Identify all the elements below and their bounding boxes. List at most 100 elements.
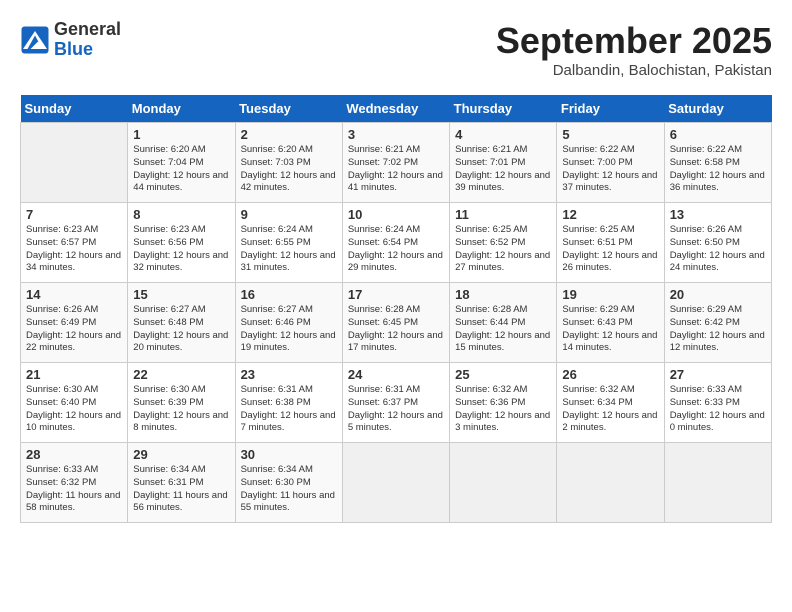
day-info: Sunrise: 6:27 AMSunset: 6:46 PMDaylight:… xyxy=(241,304,337,355)
day-info: Sunrise: 6:23 AMSunset: 6:56 PMDaylight:… xyxy=(133,224,229,275)
month-title: September 2025 xyxy=(496,20,772,62)
weekday-header: Monday xyxy=(128,95,235,123)
calendar-week: 7 Sunrise: 6:23 AMSunset: 6:57 PMDaylight… xyxy=(21,203,772,283)
day-info: Sunrise: 6:30 AMSunset: 6:40 PMDaylight:… xyxy=(26,384,122,435)
calendar-cell: 18 Sunrise: 6:28 AMSunset: 6:44 PMDayligh… xyxy=(450,283,557,363)
page-header: General Blue September 2025 Dalbandin, B… xyxy=(20,20,772,79)
day-info: Sunrise: 6:29 AMSunset: 6:42 PMDaylight:… xyxy=(670,304,766,355)
calendar-cell: 7 Sunrise: 6:23 AMSunset: 6:57 PMDaylight… xyxy=(21,203,128,283)
calendar-cell: 26 Sunrise: 6:32 AMSunset: 6:34 PMDayligh… xyxy=(557,363,664,443)
day-number: 17 xyxy=(348,287,444,302)
day-info: Sunrise: 6:20 AMSunset: 7:03 PMDaylight:… xyxy=(241,144,337,195)
calendar-cell: 19 Sunrise: 6:29 AMSunset: 6:43 PMDayligh… xyxy=(557,283,664,363)
day-number: 5 xyxy=(562,127,658,142)
day-number: 18 xyxy=(455,287,551,302)
day-number: 26 xyxy=(562,367,658,382)
day-number: 6 xyxy=(670,127,766,142)
day-number: 13 xyxy=(670,207,766,222)
weekday-header: Sunday xyxy=(21,95,128,123)
day-number: 7 xyxy=(26,207,122,222)
calendar-cell xyxy=(342,443,449,523)
day-info: Sunrise: 6:31 AMSunset: 6:37 PMDaylight:… xyxy=(348,384,444,435)
day-number: 27 xyxy=(670,367,766,382)
calendar-cell: 30Sunrise: 6:34 AMSunset: 6:30 PMDayligh… xyxy=(235,443,342,523)
calendar-cell xyxy=(664,443,771,523)
day-info: Sunrise: 6:34 AMSunset: 6:31 PMDaylight:… xyxy=(133,464,229,515)
day-number: 24 xyxy=(348,367,444,382)
calendar-cell: 4 Sunrise: 6:21 AMSunset: 7:01 PMDaylight… xyxy=(450,123,557,203)
calendar-cell xyxy=(557,443,664,523)
day-number: 20 xyxy=(670,287,766,302)
calendar-cell: 12Sunrise: 6:25 AMSunset: 6:51 PMDayligh… xyxy=(557,203,664,283)
calendar-cell: 17 Sunrise: 6:28 AMSunset: 6:45 PMDayligh… xyxy=(342,283,449,363)
day-info: Sunrise: 6:26 AMSunset: 6:49 PMDaylight:… xyxy=(26,304,122,355)
day-number: 15 xyxy=(133,287,229,302)
calendar-cell: 21Sunrise: 6:30 AMSunset: 6:40 PMDayligh… xyxy=(21,363,128,443)
calendar-cell: 27 Sunrise: 6:33 AMSunset: 6:33 PMDayligh… xyxy=(664,363,771,443)
day-number: 14 xyxy=(26,287,122,302)
day-info: Sunrise: 6:24 AMSunset: 6:54 PMDaylight:… xyxy=(348,224,444,275)
calendar-cell: 5 Sunrise: 6:22 AMSunset: 7:00 PMDaylight… xyxy=(557,123,664,203)
day-info: Sunrise: 6:21 AMSunset: 7:01 PMDaylight:… xyxy=(455,144,551,195)
calendar-cell: 14 Sunrise: 6:26 AMSunset: 6:49 PMDayligh… xyxy=(21,283,128,363)
location: Dalbandin, Balochistan, Pakistan xyxy=(496,62,772,79)
calendar-table: SundayMondayTuesdayWednesdayThursdayFrid… xyxy=(20,95,772,523)
title-block: September 2025 Dalbandin, Balochistan, P… xyxy=(496,20,772,79)
day-info: Sunrise: 6:30 AMSunset: 6:39 PMDaylight:… xyxy=(133,384,229,435)
day-info: Sunrise: 6:33 AMSunset: 6:33 PMDaylight:… xyxy=(670,384,766,435)
calendar-cell: 23 Sunrise: 6:31 AMSunset: 6:38 PMDayligh… xyxy=(235,363,342,443)
calendar-cell: 1 Sunrise: 6:20 AMSunset: 7:04 PMDaylight… xyxy=(128,123,235,203)
day-info: Sunrise: 6:32 AMSunset: 6:36 PMDaylight:… xyxy=(455,384,551,435)
day-number: 11 xyxy=(455,207,551,222)
calendar-cell: 13 Sunrise: 6:26 AMSunset: 6:50 PMDayligh… xyxy=(664,203,771,283)
calendar-header: SundayMondayTuesdayWednesdayThursdayFrid… xyxy=(21,95,772,123)
logo-general: General xyxy=(54,20,121,40)
day-info: Sunrise: 6:26 AMSunset: 6:50 PMDaylight:… xyxy=(670,224,766,275)
calendar-cell: 22 Sunrise: 6:30 AMSunset: 6:39 PMDayligh… xyxy=(128,363,235,443)
day-info: Sunrise: 6:23 AMSunset: 6:57 PMDaylight:… xyxy=(26,224,122,275)
calendar-cell: 9 Sunrise: 6:24 AMSunset: 6:55 PMDaylight… xyxy=(235,203,342,283)
day-info: Sunrise: 6:28 AMSunset: 6:44 PMDaylight:… xyxy=(455,304,551,355)
calendar-cell: 20 Sunrise: 6:29 AMSunset: 6:42 PMDayligh… xyxy=(664,283,771,363)
day-number: 16 xyxy=(241,287,337,302)
day-number: 22 xyxy=(133,367,229,382)
day-info: Sunrise: 6:32 AMSunset: 6:34 PMDaylight:… xyxy=(562,384,658,435)
weekday-header: Saturday xyxy=(664,95,771,123)
day-info: Sunrise: 6:22 AMSunset: 7:00 PMDaylight:… xyxy=(562,144,658,195)
day-number: 30 xyxy=(241,447,337,462)
day-number: 23 xyxy=(241,367,337,382)
day-number: 1 xyxy=(133,127,229,142)
calendar-cell: 24 Sunrise: 6:31 AMSunset: 6:37 PMDayligh… xyxy=(342,363,449,443)
weekday-row: SundayMondayTuesdayWednesdayThursdayFrid… xyxy=(21,95,772,123)
day-number: 9 xyxy=(241,207,337,222)
day-info: Sunrise: 6:29 AMSunset: 6:43 PMDaylight:… xyxy=(562,304,658,355)
day-info: Sunrise: 6:25 AMSunset: 6:51 PMDaylight:… xyxy=(562,224,658,275)
calendar-cell: 6Sunrise: 6:22 AMSunset: 6:58 PMDaylight… xyxy=(664,123,771,203)
day-number: 2 xyxy=(241,127,337,142)
calendar-week: 21Sunrise: 6:30 AMSunset: 6:40 PMDayligh… xyxy=(21,363,772,443)
day-info: Sunrise: 6:31 AMSunset: 6:38 PMDaylight:… xyxy=(241,384,337,435)
calendar-week: 1 Sunrise: 6:20 AMSunset: 7:04 PMDaylight… xyxy=(21,123,772,203)
logo-blue: Blue xyxy=(54,40,121,60)
day-info: Sunrise: 6:28 AMSunset: 6:45 PMDaylight:… xyxy=(348,304,444,355)
day-info: Sunrise: 6:24 AMSunset: 6:55 PMDaylight:… xyxy=(241,224,337,275)
calendar-cell: 25Sunrise: 6:32 AMSunset: 6:36 PMDayligh… xyxy=(450,363,557,443)
weekday-header: Wednesday xyxy=(342,95,449,123)
weekday-header: Thursday xyxy=(450,95,557,123)
day-number: 29 xyxy=(133,447,229,462)
day-info: Sunrise: 6:33 AMSunset: 6:32 PMDaylight:… xyxy=(26,464,122,515)
calendar-cell xyxy=(21,123,128,203)
calendar-cell: 3 Sunrise: 6:21 AMSunset: 7:02 PMDaylight… xyxy=(342,123,449,203)
logo: General Blue xyxy=(20,20,121,60)
day-info: Sunrise: 6:25 AMSunset: 6:52 PMDaylight:… xyxy=(455,224,551,275)
day-number: 3 xyxy=(348,127,444,142)
day-info: Sunrise: 6:20 AMSunset: 7:04 PMDaylight:… xyxy=(133,144,229,195)
calendar-cell: 28Sunrise: 6:33 AMSunset: 6:32 PMDayligh… xyxy=(21,443,128,523)
day-number: 19 xyxy=(562,287,658,302)
logo-text: General Blue xyxy=(54,20,121,60)
logo-icon xyxy=(20,25,50,55)
weekday-header: Friday xyxy=(557,95,664,123)
day-number: 10 xyxy=(348,207,444,222)
day-number: 4 xyxy=(455,127,551,142)
day-info: Sunrise: 6:21 AMSunset: 7:02 PMDaylight:… xyxy=(348,144,444,195)
